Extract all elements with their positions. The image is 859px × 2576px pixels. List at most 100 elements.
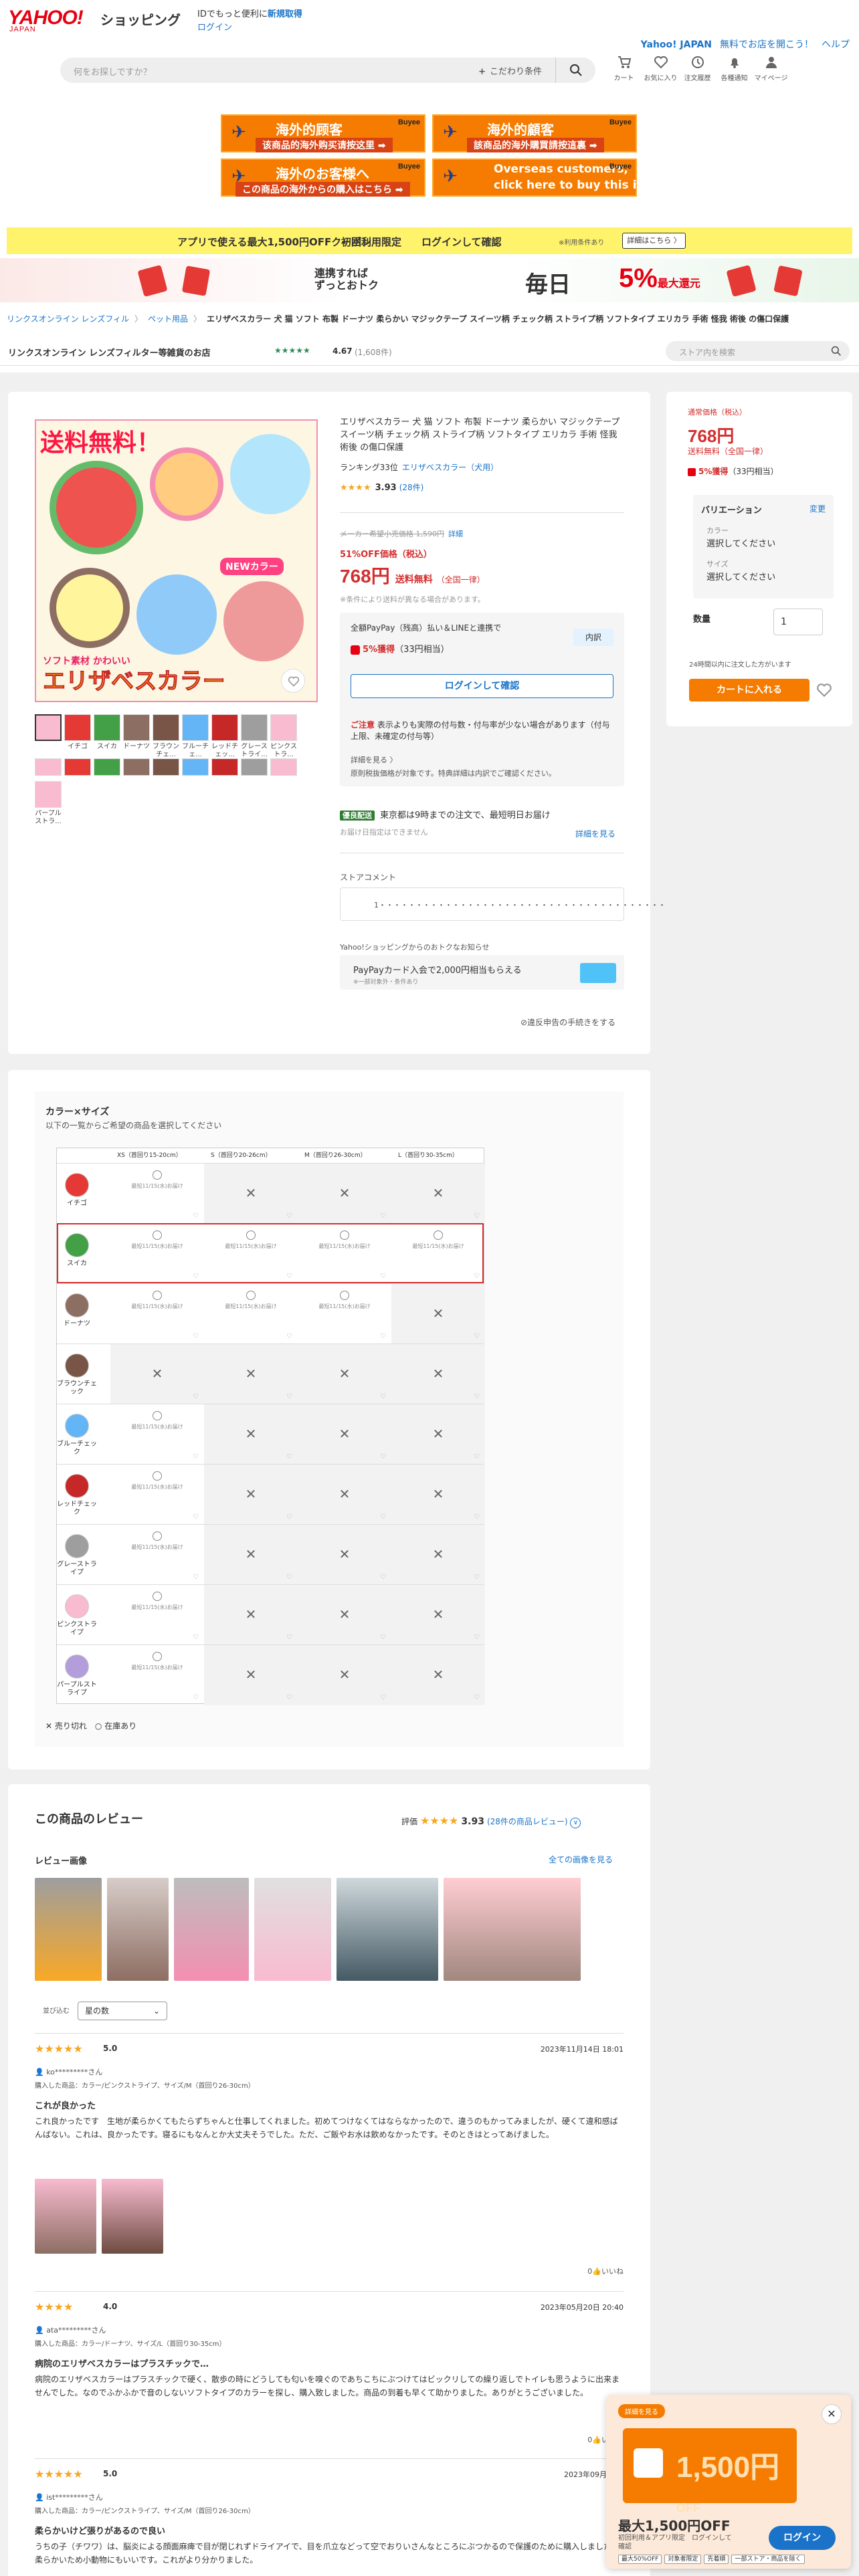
store-search-input[interactable]: ストア内を検索 bbox=[666, 341, 850, 361]
heart-icon[interactable]: ♡ bbox=[286, 1212, 292, 1220]
heart-icon[interactable]: ♡ bbox=[474, 1333, 480, 1340]
nav-favorites[interactable]: お気に入り bbox=[642, 55, 679, 82]
heart-icon[interactable]: ♡ bbox=[286, 1393, 292, 1400]
buyee-banner-en[interactable]: ✈ Overseas customers, click here to buy … bbox=[432, 158, 680, 197]
store-review-count[interactable]: (1,608件) bbox=[355, 346, 392, 358]
review-photo[interactable] bbox=[254, 1878, 331, 1981]
thumbnail[interactable] bbox=[35, 714, 62, 759]
variant-radio[interactable] bbox=[340, 1291, 349, 1300]
nav-history[interactable]: 注文履歴 bbox=[679, 55, 716, 82]
msrp-detail-link[interactable]: 詳細 bbox=[448, 530, 463, 538]
heart-icon[interactable]: ♡ bbox=[474, 1273, 480, 1280]
variant-radio[interactable] bbox=[153, 1411, 162, 1420]
thumbnail[interactable]: ピンクストラ... bbox=[270, 714, 297, 759]
thumbnail[interactable]: スイカ bbox=[94, 714, 120, 759]
buyee-banner-zh-tw[interactable]: ✈ 海外的顧客 該商品的海外購買請按這裏 ➡ Buyee bbox=[432, 114, 637, 152]
report-violation-link[interactable]: ⊘違反申告の手続きをする bbox=[520, 1016, 615, 1028]
nav-cart[interactable]: カート bbox=[605, 55, 642, 82]
app-coupon-bar[interactable]: アプリで使える最大1,500円OFFクーポン 初回利用限定 ログインして確認 ※… bbox=[7, 227, 852, 254]
top-link-yahoo[interactable]: Yahoo! JAPAN bbox=[641, 39, 712, 50]
product-main-image[interactable]: 送料無料！ NEWカラー エリザベスカラー ソフト素材 かわいい bbox=[35, 419, 318, 702]
heart-icon[interactable]: ♡ bbox=[380, 1574, 386, 1581]
review-photo[interactable] bbox=[35, 2179, 96, 2254]
login-confirm-button[interactable]: ログインして確認 bbox=[351, 674, 613, 698]
coupon-detail-button[interactable]: 詳細はこちら 〉 bbox=[622, 233, 686, 249]
variant-option[interactable]: 最短11/15(水)お届け ♡ bbox=[110, 1224, 204, 1284]
heart-icon[interactable]: ♡ bbox=[474, 1212, 480, 1220]
heart-icon[interactable]: ♡ bbox=[380, 1333, 386, 1340]
variant-radio[interactable] bbox=[153, 1291, 162, 1300]
heart-icon[interactable]: ♡ bbox=[193, 1634, 199, 1641]
heart-icon[interactable]: ♡ bbox=[380, 1634, 386, 1641]
login-link[interactable]: ログイン bbox=[197, 20, 232, 33]
heart-icon[interactable]: ♡ bbox=[193, 1513, 199, 1521]
review-photo[interactable] bbox=[174, 1878, 249, 1981]
heart-icon[interactable]: ♡ bbox=[193, 1212, 199, 1220]
heart-icon[interactable]: ♡ bbox=[286, 1574, 292, 1581]
thumbnail[interactable] bbox=[94, 758, 120, 794]
review-photo[interactable] bbox=[444, 1878, 581, 1981]
delivery-detail-link[interactable]: 詳細を見る bbox=[575, 828, 615, 839]
nav-notifications[interactable]: 各種通知 bbox=[716, 55, 753, 82]
review-photo[interactable] bbox=[337, 1878, 438, 1981]
buyee-banner-ja[interactable]: ✈ 海外のお客様へ この商品の海外からの購入はこちら ➡ Buyee bbox=[221, 158, 425, 197]
variant-radio[interactable] bbox=[153, 1592, 162, 1601]
close-icon[interactable]: ✕ bbox=[822, 2404, 842, 2424]
variant-radio[interactable] bbox=[153, 1230, 162, 1240]
store-name[interactable]: リンクスオンライン レンズフィルター等雑貨のお店 bbox=[8, 346, 211, 358]
heart-icon[interactable]: ♡ bbox=[286, 1333, 292, 1340]
heart-icon[interactable]: ♡ bbox=[193, 1273, 199, 1280]
thumbnail[interactable] bbox=[241, 758, 268, 794]
add-to-cart-button[interactable]: カートに入れる bbox=[689, 679, 809, 702]
variant-radio[interactable] bbox=[153, 1652, 162, 1661]
heart-icon[interactable] bbox=[815, 682, 834, 698]
shopping-label[interactable]: ショッピング bbox=[100, 9, 181, 29]
top-link-help[interactable]: ヘルプ bbox=[822, 39, 850, 50]
breadcrumb-category[interactable]: ペット用品 bbox=[148, 314, 188, 324]
variant-option[interactable]: 最短11/15(水)お届け ♡ bbox=[110, 1465, 204, 1525]
variant-option[interactable]: 最短11/15(水)お届け ♡ bbox=[110, 1645, 204, 1705]
heart-icon[interactable]: ♡ bbox=[380, 1273, 386, 1280]
variant-option[interactable]: 最短11/15(水)お届け ♡ bbox=[298, 1284, 391, 1344]
paypay-line-banner[interactable]: 連携すれば ずっとおトク 毎日 5%最大還元 bbox=[0, 258, 859, 302]
heart-icon[interactable]: ♡ bbox=[193, 1333, 199, 1340]
review-photo[interactable] bbox=[35, 1878, 102, 1981]
promo-detail-button[interactable]: 詳細を見る bbox=[618, 2404, 665, 2418]
variant-option[interactable]: 最短11/15(水)お届け ♡ bbox=[110, 1525, 204, 1585]
product-rating[interactable]: ★★★★ 3.93 (28件) bbox=[340, 481, 423, 493]
variant-radio[interactable] bbox=[434, 1230, 443, 1240]
heart-icon[interactable]: ♡ bbox=[380, 1694, 386, 1701]
review-sort-select[interactable]: 星の数 ⌄ bbox=[78, 2002, 167, 2020]
points-breakdown-button[interactable]: 内訳 bbox=[573, 629, 613, 646]
heart-icon[interactable]: ♡ bbox=[380, 1453, 386, 1461]
search-condition-button[interactable]: こだわり条件 bbox=[478, 64, 542, 77]
heart-icon[interactable]: ♡ bbox=[380, 1513, 386, 1521]
variant-option[interactable]: 最短11/15(水)お届け ♡ bbox=[110, 1404, 204, 1465]
heart-icon[interactable]: ♡ bbox=[474, 1634, 480, 1641]
promo-login-button[interactable]: ログイン bbox=[769, 2526, 836, 2550]
heart-icon[interactable]: ♡ bbox=[286, 1453, 292, 1461]
breadcrumb-store[interactable]: リンクスオンライン レンズフィル bbox=[7, 314, 129, 324]
variant-option[interactable]: 最短11/15(水)お届け ♡ bbox=[204, 1224, 298, 1284]
search-input[interactable]: 何をお探しですか？ bbox=[74, 65, 152, 78]
heart-icon[interactable]: ♡ bbox=[380, 1212, 386, 1220]
search-button[interactable] bbox=[555, 58, 595, 83]
points-detail-link[interactable]: 詳細を見る 〉 bbox=[351, 754, 397, 765]
thumbnail[interactable] bbox=[211, 758, 238, 794]
heart-icon[interactable]: ♡ bbox=[474, 1574, 480, 1581]
review-photo[interactable] bbox=[102, 2179, 163, 2254]
favorite-button[interactable] bbox=[281, 669, 305, 693]
variant-radio[interactable] bbox=[153, 1471, 162, 1481]
search-icon[interactable] bbox=[831, 346, 842, 356]
paypay-card-deal[interactable]: PayPayカード入会で2,000円相当もらえる ※一部対象外・条件あり bbox=[340, 955, 624, 990]
heart-icon[interactable]: ♡ bbox=[193, 1694, 199, 1701]
variation-selector[interactable]: バリエーション 変更 カラー 選択してください サイズ 選択してください bbox=[693, 495, 834, 599]
thumbnail[interactable] bbox=[153, 758, 179, 794]
nav-mypage[interactable]: マイページ bbox=[753, 55, 789, 82]
variation-change-button[interactable]: 変更 bbox=[809, 503, 826, 514]
heart-icon[interactable]: ♡ bbox=[474, 1393, 480, 1400]
variant-radio[interactable] bbox=[246, 1291, 256, 1300]
heart-icon[interactable]: ♡ bbox=[193, 1453, 199, 1461]
heart-icon[interactable]: ♡ bbox=[193, 1574, 199, 1581]
thumbnail[interactable]: パープルストラ... bbox=[35, 781, 62, 826]
